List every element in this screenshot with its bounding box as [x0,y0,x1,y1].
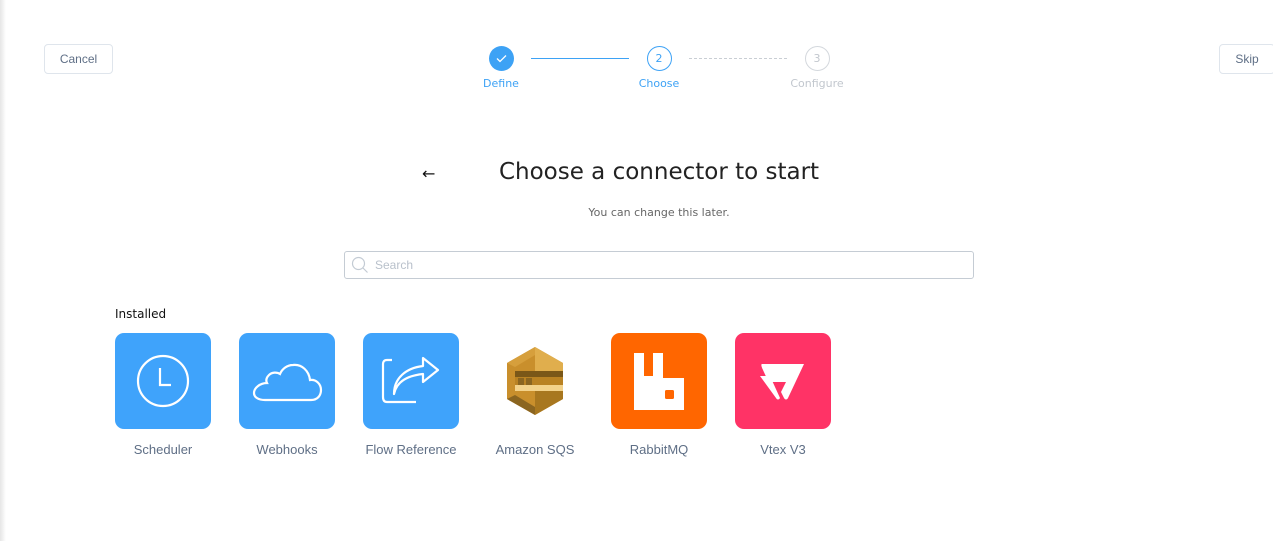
connector-tile[interactable] [611,333,707,429]
connector-name: Amazon SQS [495,442,575,457]
connector-name: Flow Reference [365,442,457,457]
connector-vtex-v3[interactable]: Vtex V3 [735,333,831,457]
step-choose: 2 Choose [619,46,699,90]
page-title: Choose a connector to start [498,159,820,185]
step-label: Configure [790,77,844,90]
search-icon [345,252,375,278]
step-configure: 3 Configure [777,46,857,90]
check-icon [496,55,506,63]
cloud-icon [252,363,323,402]
page-subtitle: You can change this later. [588,206,730,219]
step-number: 3 [804,46,830,71]
connector-name: RabbitMQ [629,442,689,457]
connector-webhooks[interactable]: Webhooks [239,333,335,457]
connector-tile[interactable] [239,333,335,429]
stepper-connector-complete [531,58,629,59]
rabbitmq-logo-icon [634,353,684,410]
stepper-connector-pending [689,58,787,59]
step-label: Choose [638,77,680,90]
clock-icon [136,354,190,408]
step-define: Define [461,46,541,90]
connector-list: Scheduler Webhooks Flow Reference Amazon… [115,333,859,457]
connector-tile[interactable] [735,333,831,429]
installed-section-label: Installed [115,307,167,321]
connector-amazon-sqs[interactable]: Amazon SQS [487,333,583,457]
connector-rabbitmq[interactable]: RabbitMQ [611,333,707,457]
step-complete-indicator [488,46,514,71]
connector-tile[interactable] [363,333,459,429]
search-field[interactable] [344,251,974,279]
vtex-logo-icon [760,364,804,400]
connector-name: Webhooks [256,442,318,457]
connector-name: Scheduler [133,442,193,457]
search-input[interactable] [375,258,973,272]
share-arrow-icon [381,356,440,404]
connector-name: Vtex V3 [760,442,806,457]
connector-tile[interactable] [115,333,211,429]
connector-flow-reference[interactable]: Flow Reference [363,333,459,457]
step-number: 2 [646,46,672,71]
connector-tile[interactable] [487,333,583,429]
step-label: Define [483,77,519,90]
connector-scheduler[interactable]: Scheduler [115,333,211,457]
stepper: Define 2 Choose 3 Configure [0,46,1273,96]
amazon-sqs-logo-icon [507,347,563,415]
